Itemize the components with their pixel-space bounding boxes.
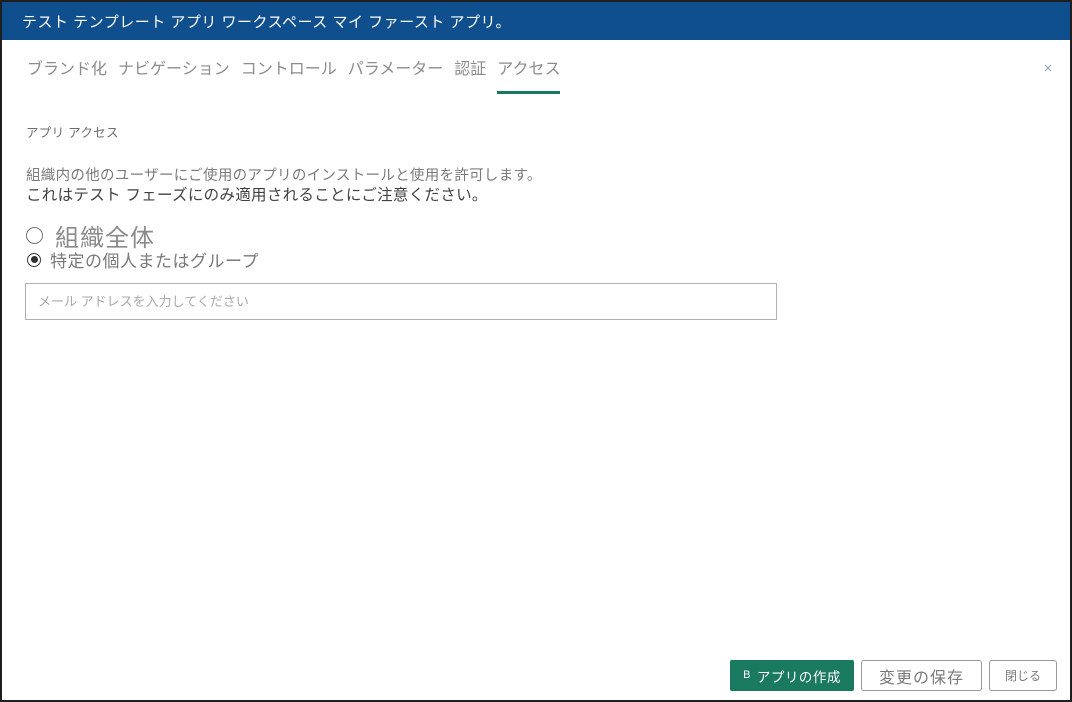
close-button[interactable]: 閉じる (989, 660, 1057, 691)
radio-label-specific-people: 特定の個人またはグループ (50, 252, 259, 271)
create-app-label: アプリの作成 (756, 669, 841, 685)
radio-unselected-icon[interactable] (26, 227, 43, 244)
titlebar: テスト テンプレート アプリ ワークスペース マイ ファースト アプリ。 (2, 2, 1070, 40)
email-address-input[interactable] (25, 283, 777, 320)
dialog-title: テスト テンプレート アプリ ワークスペース マイ ファースト アプリ。 (22, 13, 511, 31)
radio-selected-icon[interactable] (27, 252, 41, 267)
template-app-dialog: テスト テンプレート アプリ ワークスペース マイ ファースト アプリ。 ブラン… (0, 0, 1072, 702)
access-description-line2: これはテスト フェーズにのみ適用されることにご注意ください。 (26, 187, 488, 204)
access-description-line1: 組織内の他のユーザーにご使用のアプリのインストールと使用を許可します。 (26, 168, 542, 184)
tab-bar: ブランド化 ナビゲーション コントロール パラメーター 認証 アクセス (27, 55, 561, 94)
close-icon[interactable]: × (1038, 58, 1058, 78)
tab-authentication[interactable]: 認証 (454, 55, 486, 94)
tab-branding[interactable]: ブランド化 (27, 55, 107, 94)
section-heading: アプリ アクセス (26, 126, 119, 140)
create-app-button[interactable]: B アプリの作成 (730, 660, 854, 691)
tab-control[interactable]: コントロール (241, 55, 337, 94)
tab-parameters[interactable]: パラメーター (348, 55, 444, 94)
tab-access[interactable]: アクセス (497, 55, 561, 94)
save-changes-button[interactable]: 変更の保存 (861, 660, 982, 691)
radio-option-specific-people[interactable]: 特定の個人またはグループ (27, 247, 259, 272)
tab-navigation[interactable]: ナビゲーション (118, 55, 230, 94)
radio-dot (30, 256, 38, 263)
footer-button-bar: B アプリの作成 変更の保存 閉じる (730, 660, 1057, 691)
create-app-icon: B (743, 669, 751, 681)
